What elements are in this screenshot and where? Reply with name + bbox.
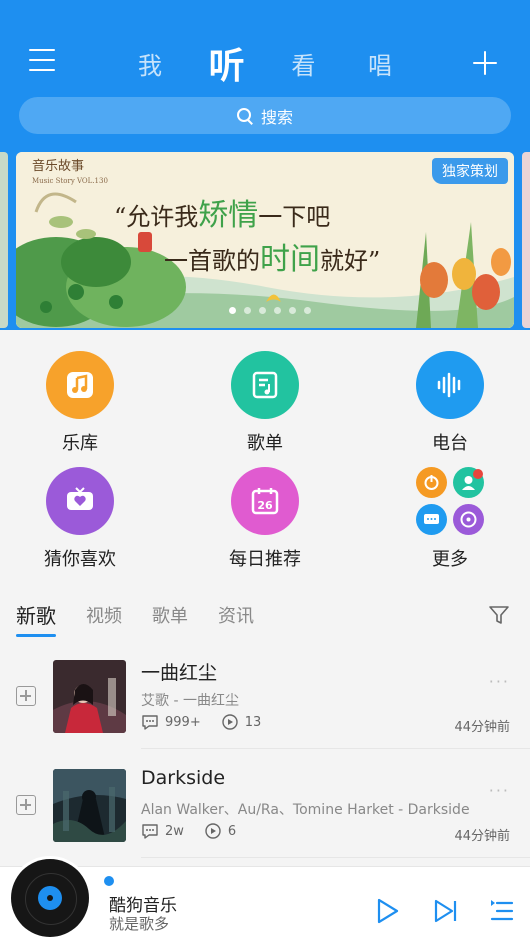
- grid-item-more[interactable]: 更多: [380, 467, 520, 587]
- grid-label-library: 乐库: [62, 433, 98, 454]
- comment-count: 2w: [165, 823, 184, 839]
- tab-videos[interactable]: 视频: [86, 602, 122, 628]
- banner-line2-a: 一首歌的: [164, 247, 260, 275]
- banner-line1-a: “允许我: [114, 203, 199, 231]
- grid-item-playlist[interactable]: 歌单: [195, 351, 335, 471]
- vinyl-disc-icon[interactable]: [11, 859, 89, 937]
- grid-label-guess-you-like: 猜你喜欢: [44, 549, 116, 570]
- play-icon[interactable]: [373, 897, 401, 925]
- tab-watch[interactable]: 看: [273, 46, 333, 81]
- banner-logo: 音乐故事 Music Story VOL.130: [32, 160, 108, 188]
- banner-dot[interactable]: [229, 307, 236, 314]
- song-row[interactable]: Darkside ··· Alan Walker、Au/Ra、Tomine Ha…: [0, 767, 530, 877]
- banner-dot[interactable]: [259, 307, 266, 314]
- banner-dot[interactable]: [274, 307, 281, 314]
- banner-line1-highlight: 矫情: [198, 198, 259, 233]
- grid-item-radio[interactable]: 电台: [380, 351, 520, 471]
- more-options-icon[interactable]: ···: [489, 672, 510, 691]
- banner-logo-text: 音乐故事: [32, 159, 85, 174]
- playlist-icon: [231, 351, 299, 419]
- banner-dot[interactable]: [304, 307, 311, 314]
- top-tabs: 我 听 看 唱: [120, 38, 410, 88]
- banner-logo-sub: Music Story VOL.130: [32, 177, 108, 185]
- tab-new-songs[interactable]: 新歌: [16, 600, 56, 637]
- user-mini-icon: [453, 467, 484, 498]
- radio-heart-icon: [46, 467, 114, 535]
- banner-next-peek[interactable]: [522, 152, 530, 328]
- more-apps-icon: [416, 467, 484, 535]
- banner-badge: 独家策划: [432, 158, 508, 184]
- banner-dot[interactable]: [289, 307, 296, 314]
- divider: [141, 857, 530, 858]
- playlist-queue-icon[interactable]: [488, 897, 516, 925]
- grid-label-more: 更多: [432, 549, 468, 570]
- song-subtitle: Alan Walker、Au/Ra、Tomine Harket - Darksi…: [141, 802, 470, 818]
- divider: [141, 748, 530, 749]
- tab-news[interactable]: 资讯: [218, 602, 254, 628]
- promo-banner[interactable]: 音乐故事 Music Story VOL.130 独家策划 “允许我矫情一下吧 …: [16, 152, 514, 328]
- content-tabs: 新歌 视频 歌单 资讯: [16, 600, 284, 637]
- playing-indicator: [104, 876, 114, 886]
- add-song-icon[interactable]: [16, 686, 36, 706]
- power-mini-icon: [416, 467, 447, 498]
- search-icon: [236, 107, 253, 124]
- grid-label-playlist: 歌单: [247, 433, 283, 454]
- song-stats: 999+ 13: [141, 714, 261, 730]
- add-song-icon[interactable]: [16, 795, 36, 815]
- song-subtitle: 艾歌 - 一曲红尘: [141, 693, 239, 709]
- soundwave-icon: [416, 351, 484, 419]
- disc-mini-icon: [453, 504, 484, 535]
- player-subtitle: 就是歌多: [109, 915, 170, 933]
- banner-prev-peek[interactable]: [0, 152, 8, 328]
- banner-dot[interactable]: [244, 307, 251, 314]
- plus-icon[interactable]: [470, 48, 500, 78]
- banner-headline-2: 一首歌的时间就好”: [164, 234, 380, 278]
- tab-playlists[interactable]: 歌单: [152, 602, 188, 628]
- song-title[interactable]: Darkside: [141, 767, 225, 789]
- comment-count: 999+: [165, 714, 201, 730]
- tab-me[interactable]: 我: [120, 46, 180, 81]
- calendar-icon: 26: [231, 467, 299, 535]
- play-count-icon: [205, 823, 221, 839]
- more-options-icon[interactable]: ···: [489, 781, 510, 800]
- banner-line2-c: 就好”: [320, 247, 381, 275]
- grid-item-guess-you-like[interactable]: 猜你喜欢: [10, 467, 150, 587]
- grid-item-library[interactable]: 乐库: [10, 351, 150, 471]
- menu-icon[interactable]: [29, 49, 55, 75]
- song-cover[interactable]: [53, 660, 126, 733]
- play-count: 6: [227, 823, 237, 839]
- grid-item-daily-recommend[interactable]: 26 每日推荐: [195, 467, 335, 587]
- tab-listen[interactable]: 听: [197, 37, 257, 89]
- banner-line2-highlight: 时间: [260, 242, 320, 277]
- play-count: 13: [244, 714, 262, 730]
- mini-player: 酷狗音乐 就是歌多: [0, 859, 530, 942]
- calendar-day: 26: [257, 499, 273, 512]
- banner-line1-c: 一下吧: [258, 203, 331, 231]
- music-note-icon: [46, 351, 114, 419]
- filter-icon[interactable]: [488, 604, 510, 626]
- comment-icon: [142, 715, 158, 730]
- chat-mini-icon: [416, 504, 447, 535]
- next-track-icon[interactable]: [432, 897, 460, 925]
- grid-label-daily-recommend: 每日推荐: [229, 549, 301, 570]
- song-timestamp: 44分钟前: [454, 829, 510, 844]
- search-bar[interactable]: 搜索: [19, 97, 511, 134]
- song-timestamp: 44分钟前: [454, 720, 510, 735]
- grid-label-radio: 电台: [432, 433, 468, 454]
- search-label: 搜索: [260, 107, 293, 127]
- banner-pagination: [229, 307, 311, 314]
- comment-icon: [142, 824, 158, 839]
- song-row[interactable]: 一曲红尘 ··· 艾歌 - 一曲红尘 999+ 13 44分钟前: [0, 660, 530, 768]
- tab-sing[interactable]: 唱: [350, 46, 410, 81]
- song-stats: 2w 6: [141, 823, 236, 839]
- song-title[interactable]: 一曲红尘: [141, 658, 217, 685]
- song-cover[interactable]: [53, 769, 126, 842]
- banner-headline-1: “允许我矫情一下吧: [114, 190, 330, 234]
- play-count-icon: [222, 714, 238, 730]
